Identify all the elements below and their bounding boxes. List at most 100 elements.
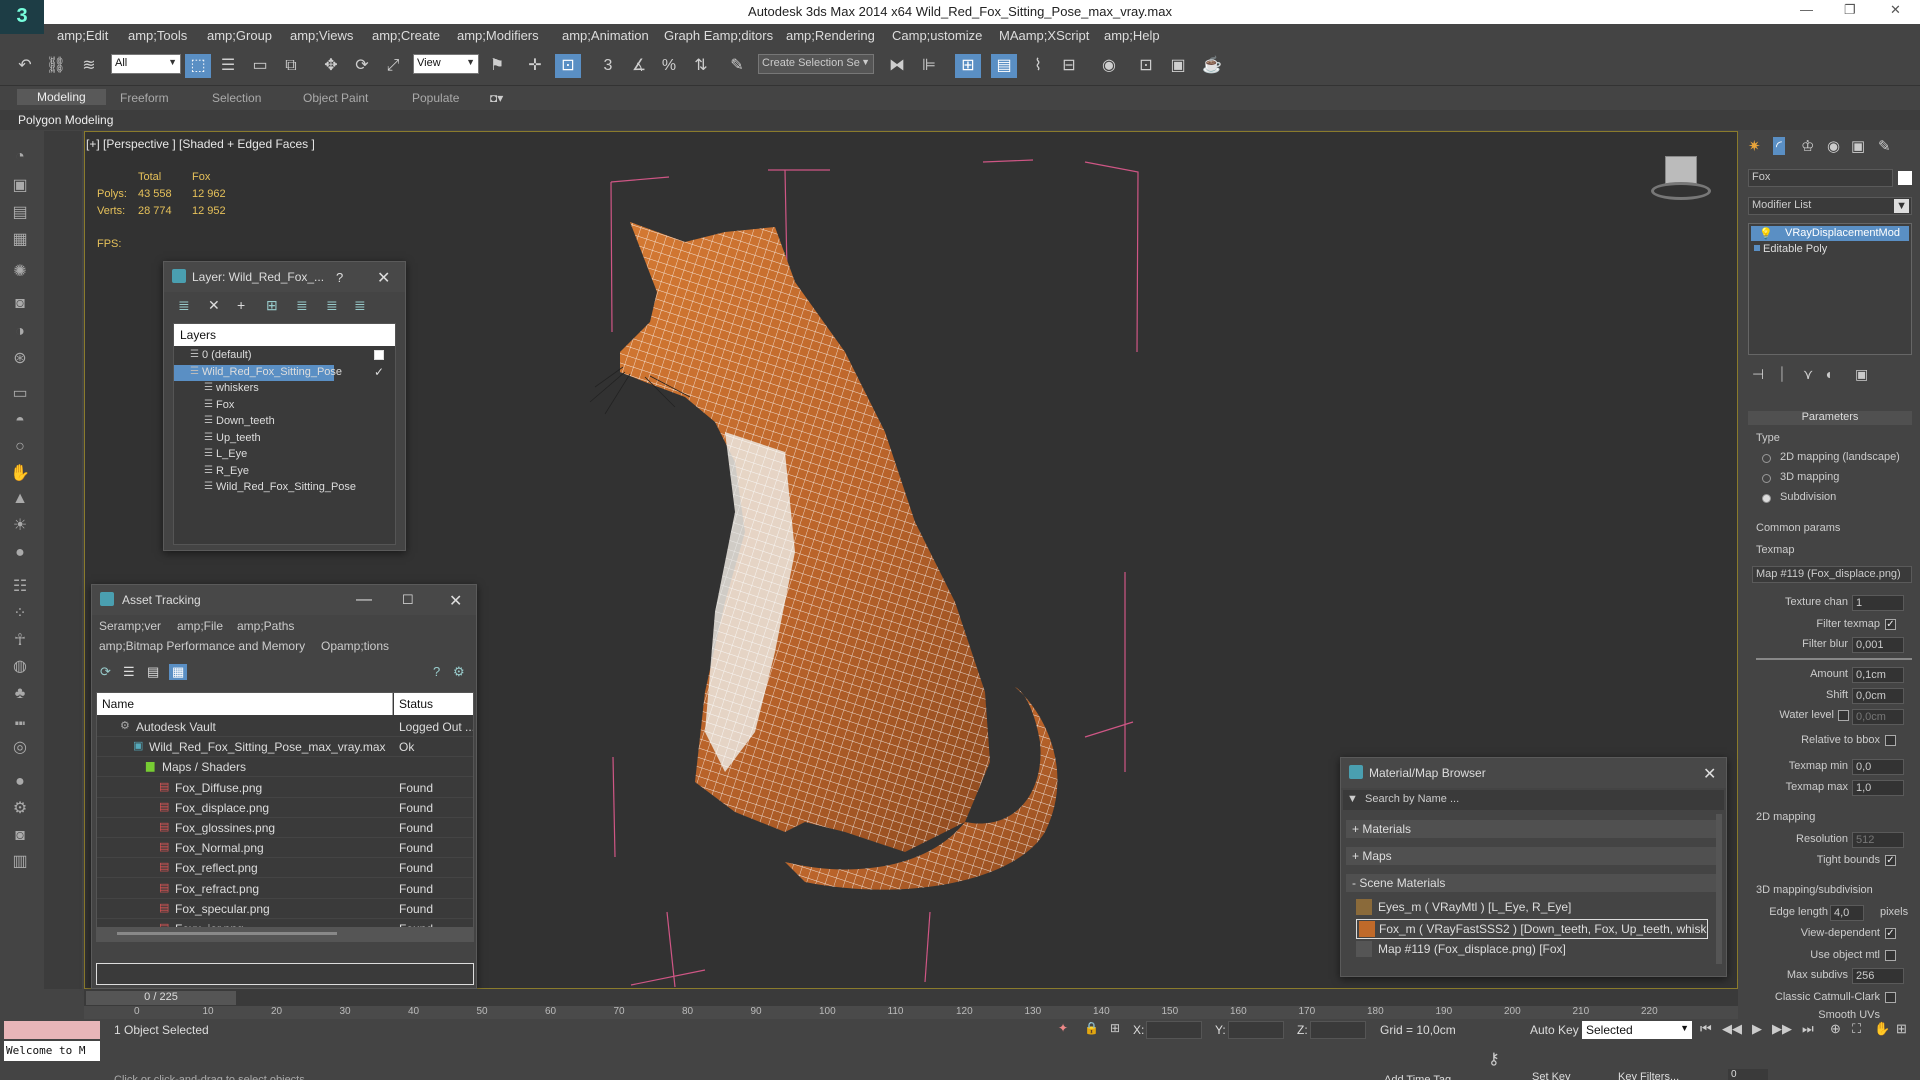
maximize-button[interactable]: ☐ <box>402 592 414 608</box>
named-selection-dropdown[interactable]: Create Selection Se ▼ <box>758 54 874 74</box>
modifier-vraydisplacement[interactable]: 💡 VRayDisplacementMod <box>1751 226 1909 241</box>
layer-row[interactable]: ☰ Down_teeth <box>174 414 395 430</box>
dome-icon[interactable]: ◓ <box>9 410 31 432</box>
zoom-extents-icon[interactable]: ⛶ <box>1852 1021 1861 1037</box>
current-frame-field[interactable]: 0 <box>1728 1069 1768 1080</box>
close-button[interactable]: ✕ <box>1703 764 1716 784</box>
asset-row[interactable]: ▤ Fox_Diffuse.png Found <box>97 778 473 798</box>
radio-2d-mapping[interactable] <box>1762 454 1771 463</box>
teapot-icon[interactable]: ◔ <box>9 146 31 168</box>
menu-edit[interactable]: amp;Edit <box>57 28 108 43</box>
maximize-viewport-icon[interactable]: ⊞ <box>1896 1021 1907 1037</box>
menu-group[interactable]: amp;Group <box>207 28 272 43</box>
new-layer-icon[interactable]: ≣ <box>178 297 190 314</box>
image-icon[interactable]: ▣ <box>9 175 31 197</box>
box-icon[interactable]: ▭ <box>9 383 31 405</box>
material-editor-icon[interactable]: ◉ <box>1096 54 1122 78</box>
bind-spacewarp-icon[interactable]: ≋ <box>76 54 102 78</box>
section-scene-materials[interactable]: - Scene Materials <box>1346 874 1716 892</box>
layer-row[interactable]: ☰ L_Eye <box>174 447 395 463</box>
water-level-input[interactable]: 0,0cm <box>1852 709 1904 725</box>
file-icon[interactable]: ▥ <box>9 851 31 873</box>
reference-coord-dropdown[interactable]: View ▼ <box>413 54 479 74</box>
viewcube-box[interactable] <box>1665 156 1697 184</box>
section-maps[interactable]: + Maps <box>1346 847 1716 865</box>
modify-tab-icon[interactable]: ◜ <box>1773 137 1785 155</box>
select-object-icon[interactable]: ⬚ <box>185 54 211 78</box>
menu-graph-editors[interactable]: Graph Eamp;ditors <box>664 28 773 43</box>
tool-icon[interactable]: ⚙ <box>9 798 31 820</box>
scene-map-item[interactable]: Map #119 (Fox_displace.png) [Fox] <box>1356 940 1701 960</box>
ladder-icon[interactable]: ☷ <box>9 576 31 598</box>
key-icon[interactable]: ⚷ <box>1488 1049 1500 1069</box>
select-manipulate-icon[interactable]: ✛ <box>522 54 548 78</box>
catmull-clark-checkbox[interactable] <box>1885 992 1896 1003</box>
helper-icon[interactable]: ◑ <box>9 321 31 343</box>
layer-row[interactable]: ☰ 0 (default) <box>174 348 395 364</box>
select-layer-icon[interactable]: ⊞ <box>266 297 278 314</box>
options-icon[interactable]: ⚙ <box>453 664 465 680</box>
rendered-frame-window-icon[interactable]: ▣ <box>1165 54 1191 78</box>
asset-path-field[interactable] <box>96 963 474 985</box>
bark-icon[interactable]: ◎ <box>9 737 31 759</box>
undo-icon[interactable]: ↶ <box>12 54 38 78</box>
menu-animation[interactable]: amp;Animation <box>562 28 649 43</box>
view-dependent-checkbox[interactable]: ✓ <box>1885 928 1896 939</box>
tab-selection[interactable]: Selection <box>212 91 261 105</box>
delete-layer-icon[interactable]: ✕ <box>208 297 220 314</box>
restore-button[interactable]: ❐ <box>1844 2 1856 18</box>
globe-icon[interactable]: ◍ <box>9 656 31 678</box>
plant-icon[interactable]: ♣ <box>9 683 31 705</box>
minimize-button[interactable]: — <box>1800 2 1813 17</box>
asset-row[interactable]: ▆ Maps / Shaders <box>97 757 473 778</box>
scene-material-item[interactable]: Eyes_m ( VRayMtl ) [L_Eye, R_Eye] <box>1356 898 1701 918</box>
horizontal-scrollbar[interactable] <box>97 927 473 941</box>
search-input[interactable]: Search by Name ... <box>1365 793 1459 805</box>
make-unique-icon[interactable]: ⋎ <box>1803 366 1813 383</box>
key-filters-button[interactable]: Key Filters... <box>1618 1071 1679 1080</box>
texture-chan-input[interactable]: 1 <box>1852 595 1904 611</box>
hierarchy-tab-icon[interactable]: ♔ <box>1801 137 1814 155</box>
menu-customize[interactable]: Camp;ustomize <box>892 28 982 43</box>
viewport-label[interactable]: [+] [Perspective ] [Shaded + Edged Faces… <box>86 137 315 151</box>
fox-model[interactable] <box>589 222 1058 890</box>
previous-frame-icon[interactable]: ◀◀ <box>1722 1021 1742 1037</box>
highlight-layer-icon[interactable]: ≣ <box>296 297 308 314</box>
layer-window-titlebar[interactable]: Layer: Wild_Red_Fox_... ? ✕ <box>164 262 405 292</box>
menu-create[interactable]: amp;Create <box>372 28 440 43</box>
maxscript-listener[interactable]: Welcome to M <box>4 1041 100 1061</box>
menu-views[interactable]: amp;Views <box>290 28 353 43</box>
schematic-view-icon[interactable]: ⊟ <box>1056 54 1082 78</box>
window-crossing-icon[interactable]: ⧉ <box>278 54 304 78</box>
key-mode-dropdown[interactable]: Selected ▼ <box>1582 1021 1692 1039</box>
list-icon[interactable]: ▤ <box>9 202 31 224</box>
pin-stack-icon[interactable]: ⊣ <box>1752 366 1764 383</box>
dots-icon[interactable]: ⁘ <box>9 603 31 625</box>
menu-file[interactable]: amp;File <box>177 619 223 633</box>
detail-view-icon[interactable]: ▤ <box>147 664 159 680</box>
maxscript-mini-listener[interactable] <box>4 1021 100 1039</box>
use-object-mtl-checkbox[interactable] <box>1885 950 1896 961</box>
hide-all-icon[interactable]: ≣ <box>326 297 338 314</box>
help-icon[interactable]: ? <box>433 664 440 679</box>
render-setup-icon[interactable]: ⊡ <box>1133 54 1159 78</box>
relative-bbox-checkbox[interactable] <box>1885 735 1896 746</box>
edge-length-input[interactable]: 4,0 <box>1830 905 1864 921</box>
sun-icon[interactable]: ☀ <box>9 515 31 537</box>
menu-help[interactable]: amp;Help <box>1104 28 1160 43</box>
tab-populate[interactable]: Populate <box>412 91 459 105</box>
curve-editor-icon[interactable]: ⌇ <box>1025 54 1051 78</box>
ball-icon[interactable]: ● <box>9 771 31 793</box>
lock-icon[interactable]: 🔒 <box>1084 1021 1099 1035</box>
asset-row[interactable]: ▤ Fox_refract.png Found <box>97 879 473 899</box>
layer-row[interactable]: ☰ R_Eye <box>174 464 395 480</box>
selection-region-icon[interactable]: ▭ <box>247 54 273 78</box>
create-tab-icon[interactable]: ✷ <box>1748 137 1761 155</box>
keyboard-shortcut-override-icon[interactable]: ⊡ <box>555 54 581 78</box>
asset-row[interactable]: ⚙ Autodesk Vault Logged Out ... <box>97 717 473 737</box>
active-layer-check-icon[interactable]: ✓ <box>374 365 384 379</box>
hand-icon[interactable]: ✋ <box>9 463 31 485</box>
tab-modeling[interactable]: Modeling <box>17 89 106 105</box>
shift-input[interactable]: 0,0cm <box>1852 688 1904 704</box>
layer-row[interactable]: ☰ whiskers <box>174 381 395 397</box>
